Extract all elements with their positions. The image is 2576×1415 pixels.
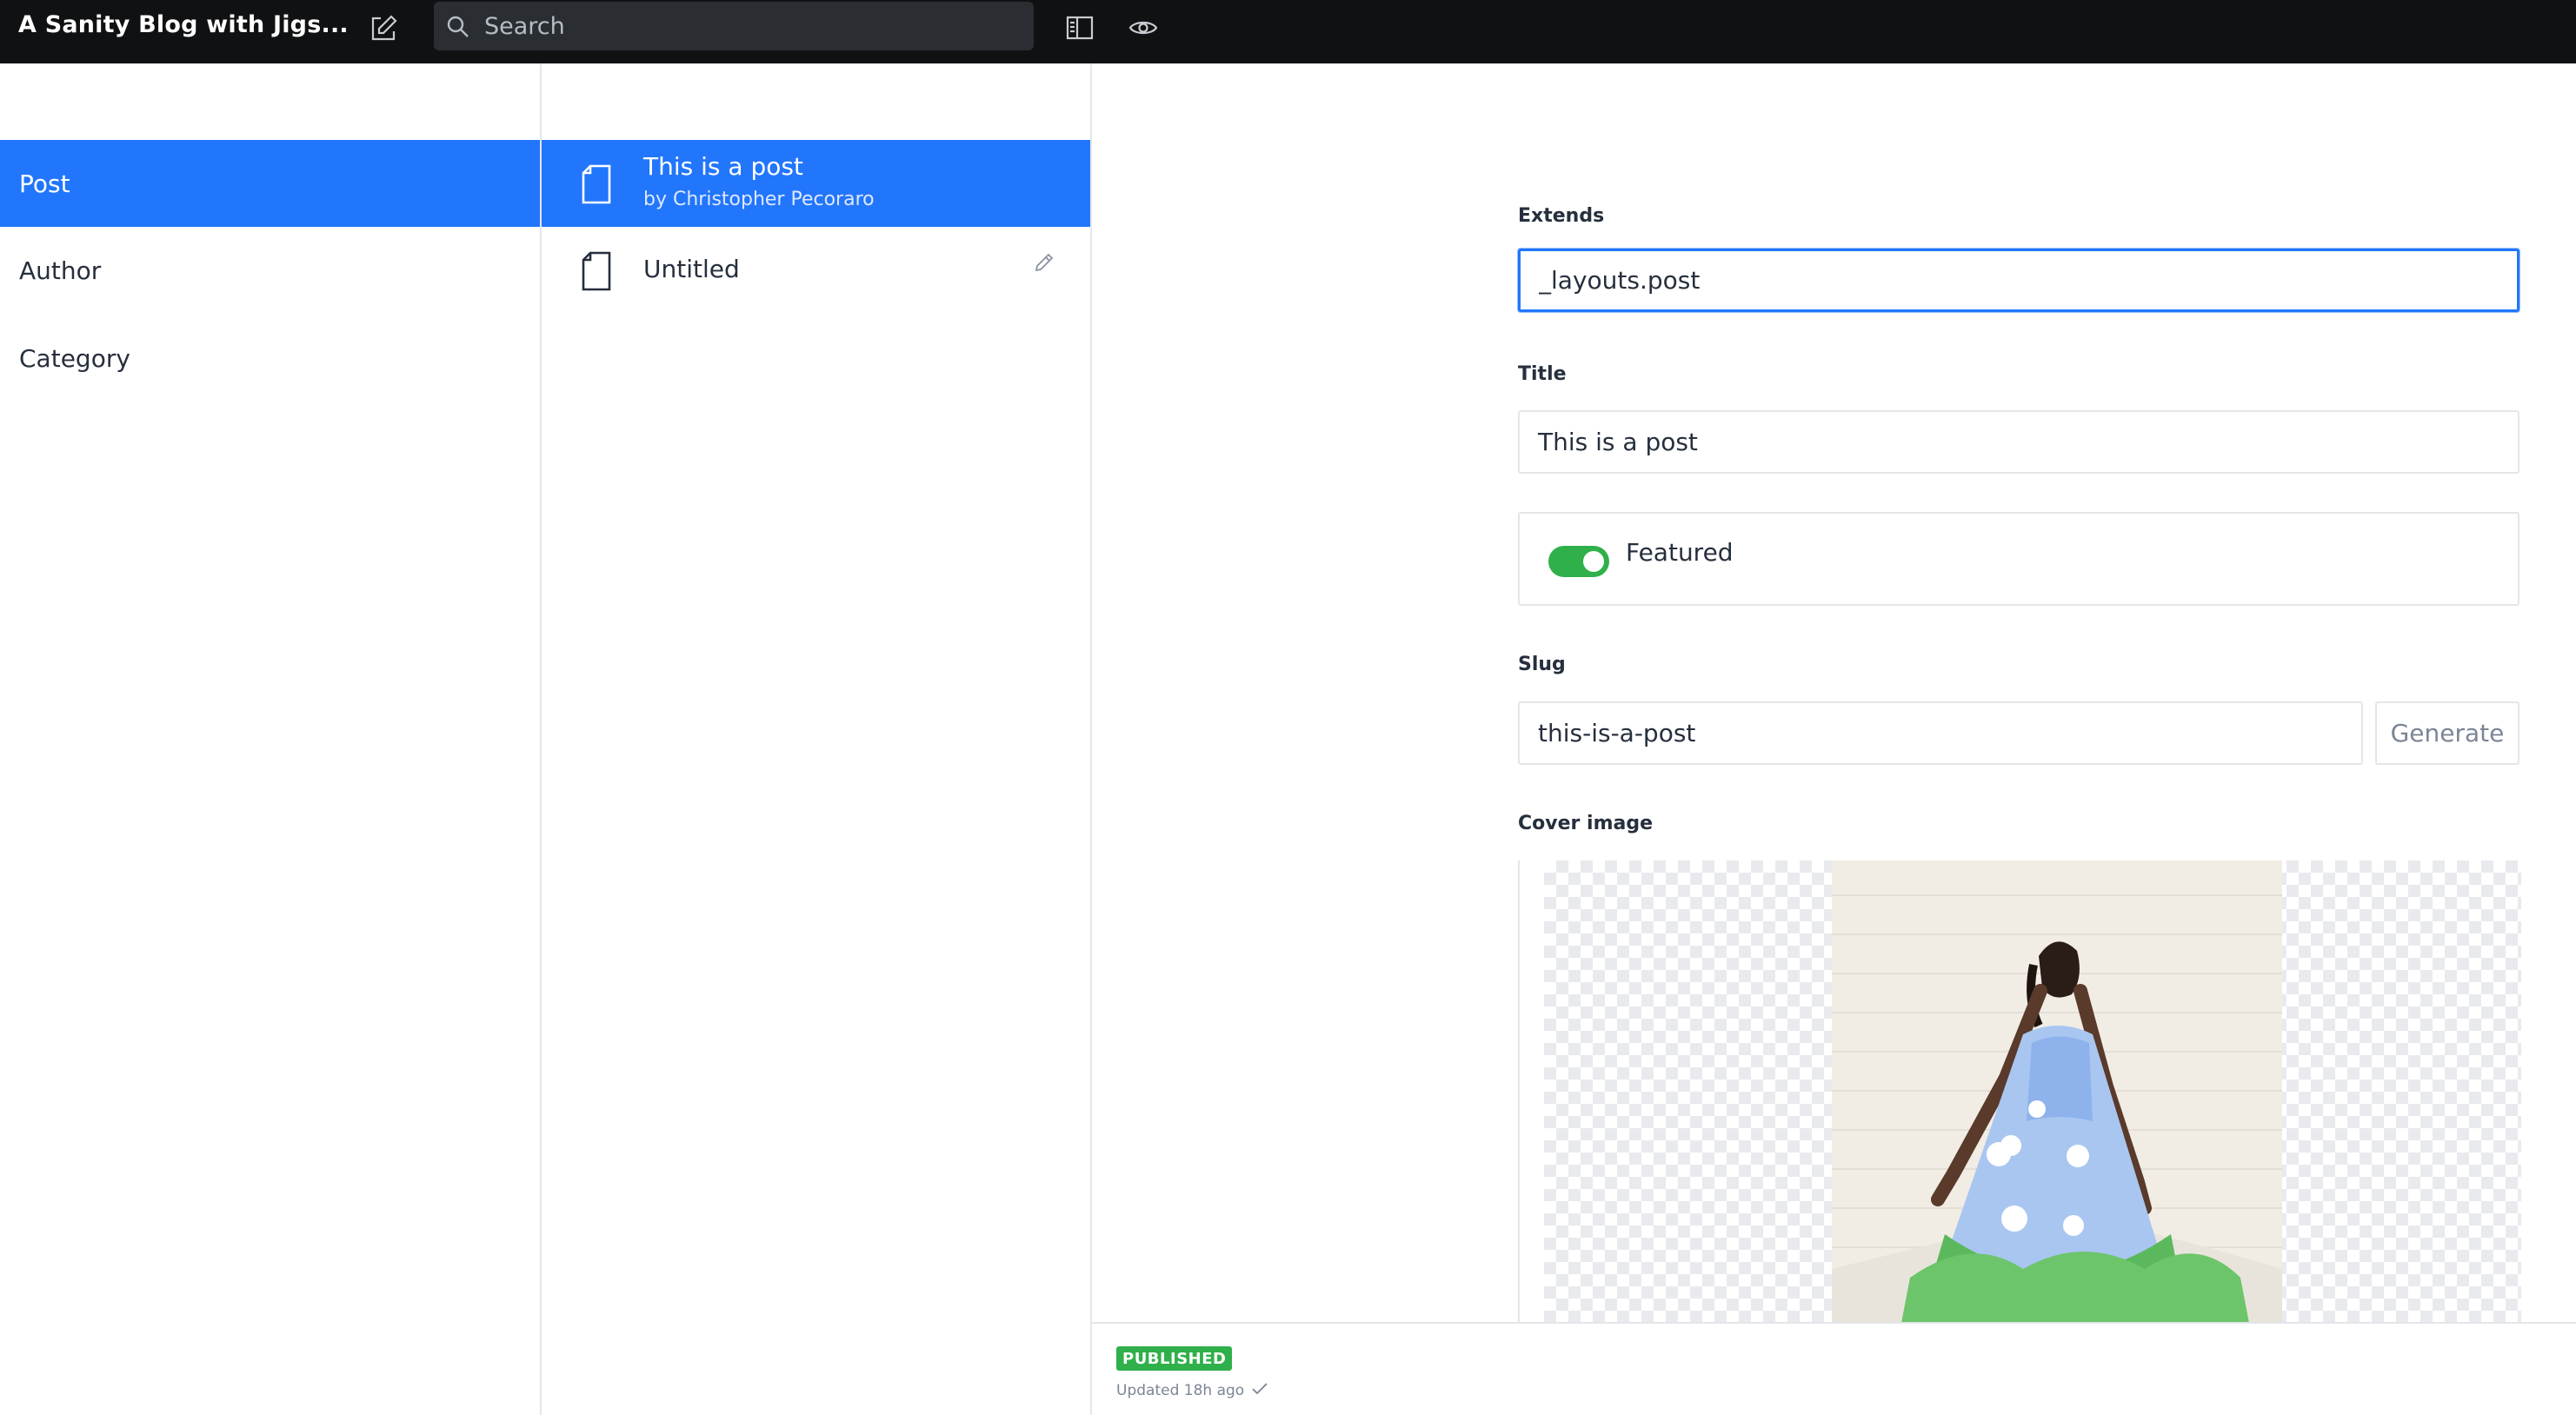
extends-label: Extends (1518, 205, 1605, 227)
cover-image-field[interactable] (1518, 860, 2521, 1323)
type-list-pane: Post Author Category (0, 63, 542, 1415)
image-transparency-background (1544, 860, 2521, 1323)
slug-input[interactable] (1518, 701, 2363, 765)
updated-status: Updated 18h ago (1116, 1381, 1268, 1399)
document-icon (582, 164, 611, 208)
toggle-knob (1583, 551, 1604, 572)
document-list-pane: This is a post by Christopher Pecoraro U… (542, 63, 1092, 1415)
featured-toggle[interactable] (1548, 546, 1609, 577)
document-footer: PUBLISHED Updated 18h ago (1092, 1322, 2576, 1415)
document-title: This is a post (643, 152, 803, 181)
document-title: Untitled (643, 255, 740, 283)
cover-image-label: Cover image (1518, 813, 1654, 834)
document-item-this-is-a-post[interactable]: This is a post by Christopher Pecoraro (542, 140, 1090, 227)
published-badge: PUBLISHED (1116, 1346, 1233, 1371)
type-item-author[interactable]: Author (0, 227, 540, 314)
type-item-post[interactable]: Post (0, 140, 540, 227)
featured-label: Featured (1626, 538, 1734, 567)
search-box[interactable] (434, 2, 1034, 50)
title-input[interactable] (1518, 410, 2519, 474)
draft-pencil-icon (1033, 251, 1055, 277)
document-subtitle: by Christopher Pecoraro (643, 189, 875, 210)
title-label: Title (1518, 363, 1567, 385)
featured-field: Featured (1518, 512, 2519, 606)
type-item-label: Category (19, 343, 130, 373)
type-item-label: Author (19, 256, 102, 285)
extends-input[interactable] (1518, 249, 2519, 312)
top-bar: A Sanity Blog with Jigs... (0, 0, 2576, 63)
check-icon (1251, 1381, 1268, 1399)
preview-eye-icon[interactable] (1124, 10, 1162, 45)
type-item-category[interactable]: Category (0, 315, 540, 402)
search-icon (446, 15, 470, 43)
document-icon (582, 251, 611, 295)
generate-slug-button[interactable]: Generate (2375, 701, 2519, 765)
updated-text: Updated 18h ago (1116, 1381, 1245, 1399)
slug-label: Slug (1518, 654, 1566, 675)
app-title[interactable]: A Sanity Blog with Jigs... (18, 11, 349, 38)
cover-image-preview (1832, 860, 2282, 1323)
search-input[interactable] (484, 2, 1023, 50)
document-item-untitled[interactable]: Untitled (542, 227, 1090, 314)
type-item-label: Post (19, 169, 70, 198)
split-pane-icon[interactable] (1061, 10, 1099, 45)
compose-icon[interactable] (365, 10, 402, 47)
